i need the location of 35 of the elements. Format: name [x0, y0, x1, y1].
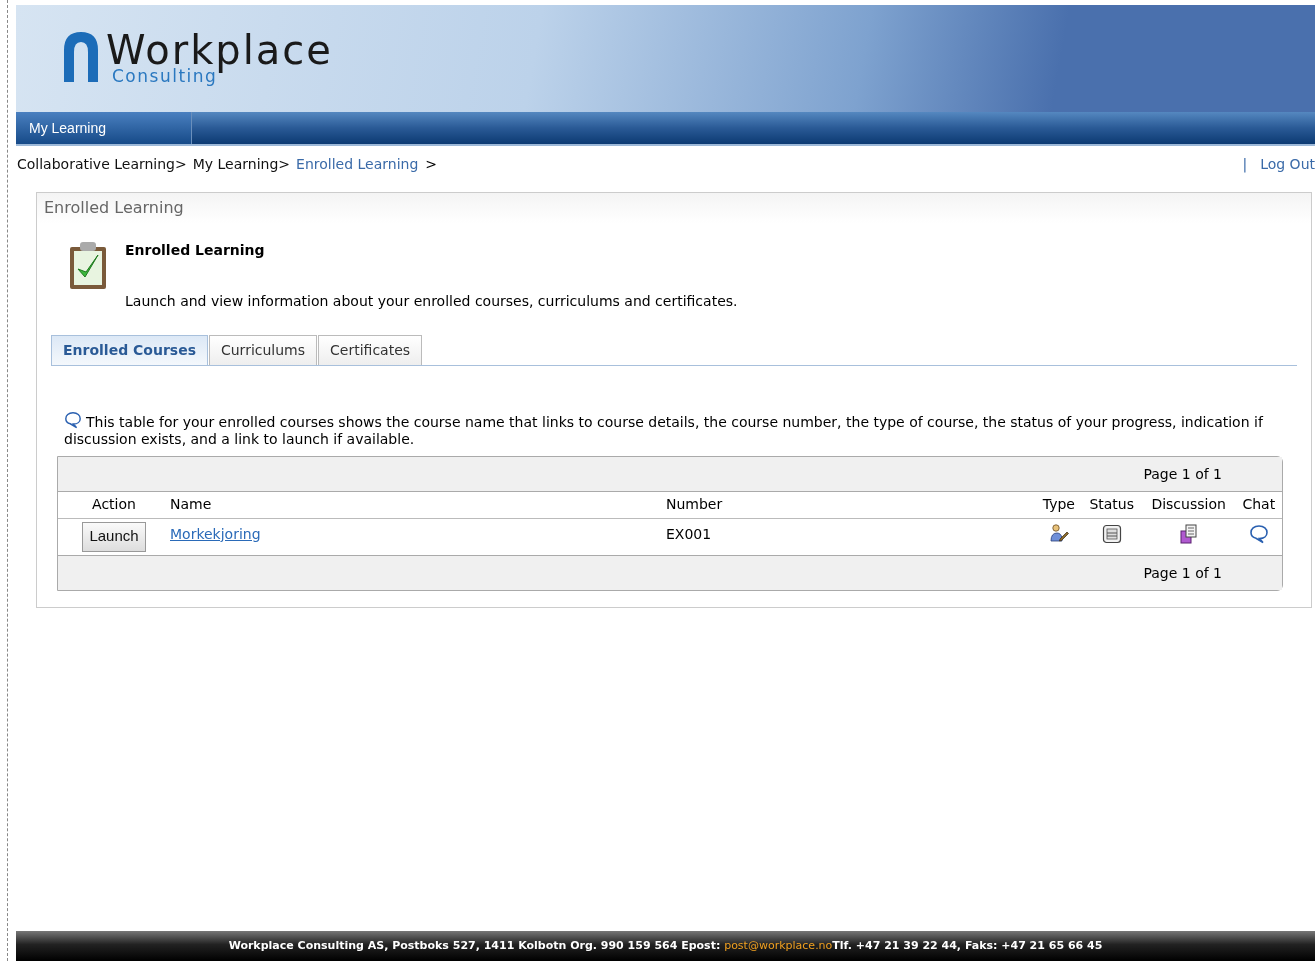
column-header: Name	[170, 492, 666, 518]
column-header: Discussion	[1141, 492, 1236, 518]
email-link[interactable]: post@workplace.no	[724, 938, 833, 952]
breadcrumb-link[interactable]: My Learning>	[192, 153, 291, 175]
section-description: Launch and view information about your enrolled courses, curriculums and certificates.	[125, 292, 738, 311]
course-link[interactable]: Morkekjoring	[170, 525, 261, 542]
nav-tab[interactable]: My Learning	[16, 112, 192, 144]
clipboard-check-icon	[67, 239, 109, 291]
section-heading: Enrolled Learning	[125, 241, 266, 260]
tab[interactable]: Certificates	[318, 335, 423, 365]
pager-text: Page 1 of 1	[1143, 563, 1222, 583]
pager-text: Page 1 of 1	[1143, 464, 1222, 484]
breadcrumb-link[interactable]: Collaborative Learning>	[17, 153, 187, 175]
arch-logo-icon	[62, 30, 100, 82]
breadcrumb-separator: >	[425, 154, 438, 174]
help-text: This table for your enrolled courses shows the course name that links to course details, the course number, the type of course, the status of your progress, indication if discussion exists, and a link to launch if available.	[64, 411, 1289, 448]
person-pencil-icon	[1048, 523, 1069, 542]
logout-link[interactable]: Log Out	[1260, 153, 1315, 175]
column-header: Status	[1081, 492, 1142, 518]
breadcrumb-current: Enrolled Learning	[296, 154, 419, 174]
column-header: Action	[58, 492, 170, 518]
column-header: Number	[666, 492, 1036, 518]
tab[interactable]: Enrolled Courses	[51, 335, 208, 365]
link-separator: |	[1242, 154, 1248, 175]
panel-title: Enrolled Learning	[44, 197, 184, 219]
documents-icon	[1179, 523, 1198, 544]
footer-text: Workplace Consulting AS, Postboks 527, 1411 Kolbotn Org. 990 159 564 Epost: post@workplace.noTlf. +47 21 39 22 44, Faks: +47 21 65 66 45	[228, 937, 1103, 954]
chat-bubble-icon	[1248, 523, 1269, 544]
tab[interactable]: Curriculums	[208, 335, 318, 365]
speech-bubble-icon	[64, 411, 82, 429]
course-number: EX001	[666, 525, 712, 542]
launch-button[interactable]: Launch	[82, 521, 146, 552]
column-header: Type	[1036, 492, 1082, 518]
column-header: Chat	[1235, 492, 1282, 518]
document-list-icon	[1101, 523, 1122, 544]
